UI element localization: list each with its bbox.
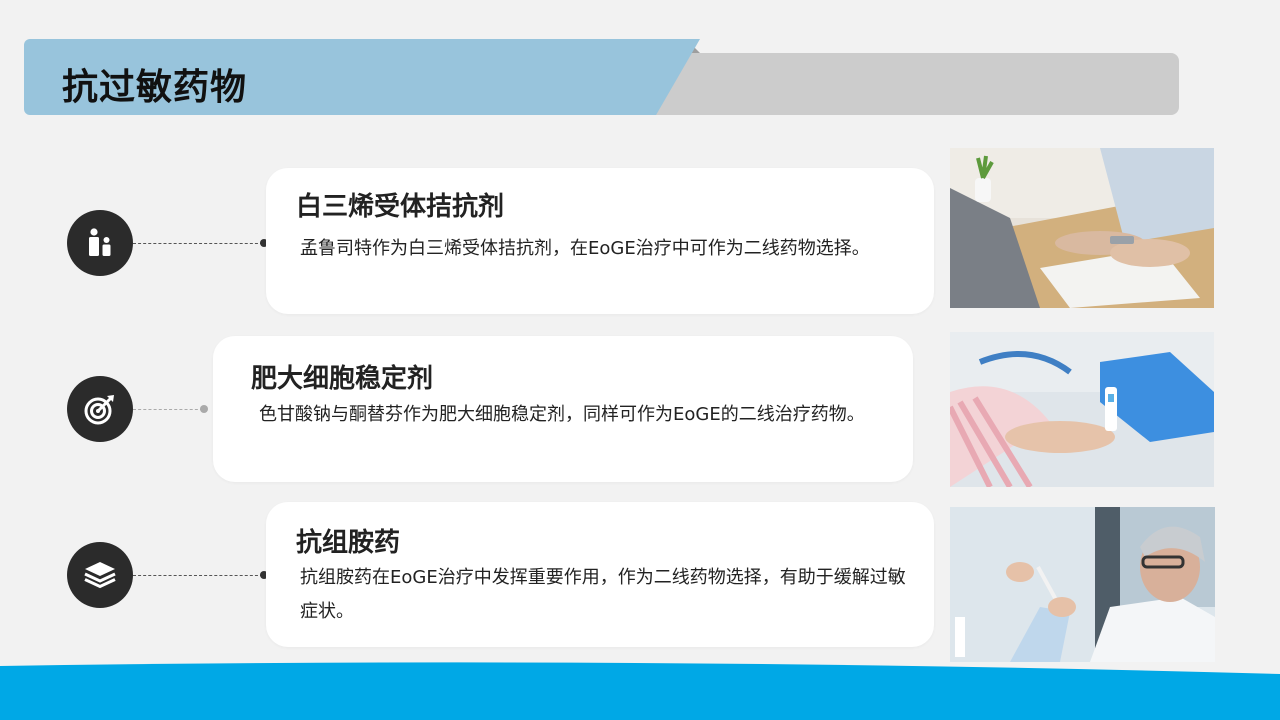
people-icon [67,210,133,276]
info-card: 抗组胺药 抗组胺药在EoGE治疗中发挥重要作用，作为二线药物选择，有助于缓解过敏… [266,502,934,647]
connector-line [133,243,263,244]
card-title: 抗组胺药 [296,528,401,558]
card-text: 色甘酸钠与酮替芬作为肥大细胞稳定剂，同样可作为EoGE的二线治疗药物。 [259,404,865,425]
info-card: 肥大细胞稳定剂 色甘酸钠与酮替芬作为肥大细胞稳定剂，同样可作为EoGE的二线治疗… [213,336,913,482]
connector-line [133,409,203,410]
layers-icon [67,542,133,608]
card-text: 抗组胺药在EoGE治疗中发挥重要作用，作为二线药物选择，有助于缓解过敏症状。 [300,567,906,622]
header-bar-gray [640,53,1179,115]
photo-consultation [950,148,1214,308]
target-icon [67,376,133,442]
card-text: 孟鲁司特作为白三烯受体拮抗剂，在EoGE治疗中可作为二线药物选择。 [300,238,870,259]
photo-blood-test [950,332,1214,487]
photo-injection [950,507,1215,662]
footer-wave [0,662,1280,720]
page-title: 抗过敏药物 [62,67,248,108]
info-card: 白三烯受体拮抗剂 孟鲁司特作为白三烯受体拮抗剂，在EoGE治疗中可作为二线药物选… [266,168,934,314]
card-title: 白三烯受体拮抗剂 [296,192,505,222]
card-title: 肥大细胞稳定剂 [251,364,434,394]
connector-line [133,575,263,576]
connector-dot [200,405,208,413]
